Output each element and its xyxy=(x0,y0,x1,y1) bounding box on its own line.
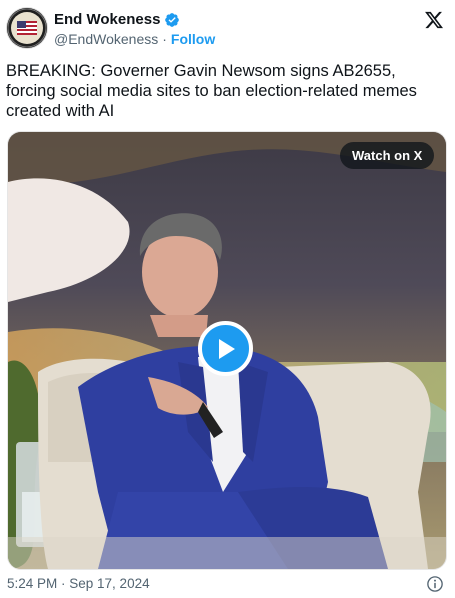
x-logo-icon[interactable] xyxy=(424,10,444,30)
play-icon xyxy=(218,338,235,359)
tweet-timestamp[interactable]: 5:24 PM · Sep 17, 2024 xyxy=(7,576,150,592)
avatar[interactable] xyxy=(7,8,47,48)
play-button[interactable] xyxy=(198,321,253,376)
tweet-text: BREAKING: Governer Gavin Newsom signs AB… xyxy=(6,62,417,120)
author-handle[interactable]: @EndWokeness xyxy=(54,31,158,48)
verified-badge-icon xyxy=(164,12,180,28)
author-display-name[interactable]: End Wokeness xyxy=(54,11,160,29)
follow-button[interactable]: Follow xyxy=(171,31,215,48)
separator-dot: · xyxy=(162,31,167,47)
tweet-header: End Wokeness @EndWokeness · Follow xyxy=(0,0,455,60)
author-name-row: End Wokeness xyxy=(54,11,180,29)
author-handle-row: @EndWokeness · Follow xyxy=(54,31,215,48)
info-icon[interactable] xyxy=(426,575,444,593)
watch-on-x-button[interactable]: Watch on X xyxy=(340,142,435,169)
